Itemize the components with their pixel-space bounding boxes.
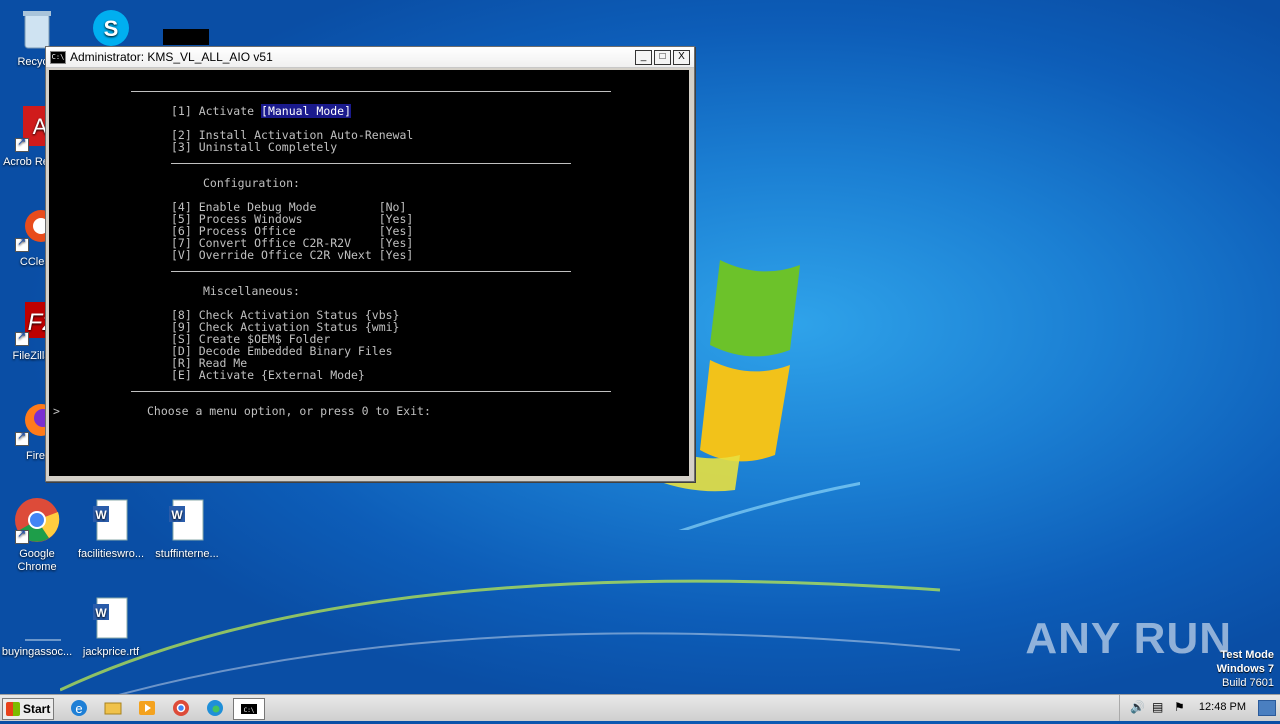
media-player-taskbar-icon[interactable] [136,698,158,718]
os-build-info: Test Mode Windows 7 Build 7601 [1217,648,1274,690]
svg-text:S: S [104,16,119,41]
menu-option-1: [1] Activate [Manual Mode] [171,104,352,118]
show-desktop-button[interactable] [1258,700,1276,716]
section-miscellaneous: Miscellaneous: [203,284,300,298]
menu-option-e: [E] Activate {External Mode} [171,368,365,382]
svg-text:W: W [95,606,107,620]
edge-taskbar-icon[interactable] [204,698,226,718]
menu-option-3: [3] Uninstall Completely [171,140,338,154]
window-titlebar[interactable]: C:\ Administrator: KMS_VL_ALL_AIO v51 _ … [46,47,694,68]
blank-file-icon [13,596,71,644]
taskbar: Start e C:\ 🔊 ▤ ⚑ 12:48 PM [0,694,1280,721]
ie-taskbar-icon[interactable]: e [68,698,90,718]
start-button[interactable]: Start [2,698,54,720]
word-doc-icon: W [87,498,135,546]
desktop-icon-stuffinterne[interactable]: W stuffinterne... [150,498,224,561]
desktop-icon-chrome[interactable]: Google Chrome [0,498,74,574]
console-window[interactable]: C:\ Administrator: KMS_VL_ALL_AIO v51 _ … [45,46,695,482]
minimize-button[interactable]: _ [635,49,652,65]
flag-icon[interactable]: ⚑ [1174,700,1185,714]
clock[interactable]: 12:48 PM [1199,701,1246,713]
svg-text:W: W [171,508,183,522]
windows-logo-icon [6,702,20,716]
os-build-label: Build 7601 [1222,677,1274,689]
chrome-taskbar-icon[interactable] [170,698,192,718]
light-streak [60,579,960,700]
svg-text:W: W [95,508,107,522]
black-thumbnail [163,29,209,45]
test-mode-label: Test Mode [1220,649,1274,661]
maximize-button[interactable]: □ [654,49,671,65]
svg-text:C:\: C:\ [244,707,255,714]
console-output[interactable]: [1] Activate [Manual Mode] [2] Install A… [49,70,689,476]
desktop-icon-jackprice[interactable]: W jackprice.rtf [74,596,148,659]
desktop-icon-buyingassoc[interactable]: buyingassoc... [0,596,74,659]
chrome-icon [13,498,61,546]
desktop-icon-facilitieswro[interactable]: W facilitieswro... [74,498,148,561]
separator [171,271,571,272]
section-configuration: Configuration: [203,176,300,190]
anyrun-watermark: ANY RUN [1025,614,1232,663]
manual-mode-highlight: [Manual Mode] [261,104,352,118]
volume-icon[interactable]: 🔊 [1130,700,1145,714]
svg-text:e: e [75,701,82,716]
separator [131,91,611,92]
menu-option-v: [V] Override Office C2R vNext [Yes] [171,248,414,262]
word-doc-icon: W [163,498,211,546]
window-title: Administrator: KMS_VL_ALL_AIO v51 [70,50,273,64]
cmd-taskbar-icon[interactable]: C:\ [233,698,265,720]
close-button[interactable]: X [673,49,690,65]
network-icon[interactable]: ▤ [1152,700,1163,714]
separator [131,391,611,392]
os-version-label: Windows 7 [1216,663,1274,675]
word-doc-icon: W [87,596,135,644]
prompt-text: Choose a menu option, or press 0 to Exit… [147,404,431,418]
separator [171,163,571,164]
explorer-taskbar-icon[interactable] [102,698,124,718]
cmd-icon: C:\ [50,50,66,64]
system-tray: 🔊 ▤ ⚑ 12:48 PM [1119,695,1280,721]
cursor-caret-icon: > [53,404,60,418]
